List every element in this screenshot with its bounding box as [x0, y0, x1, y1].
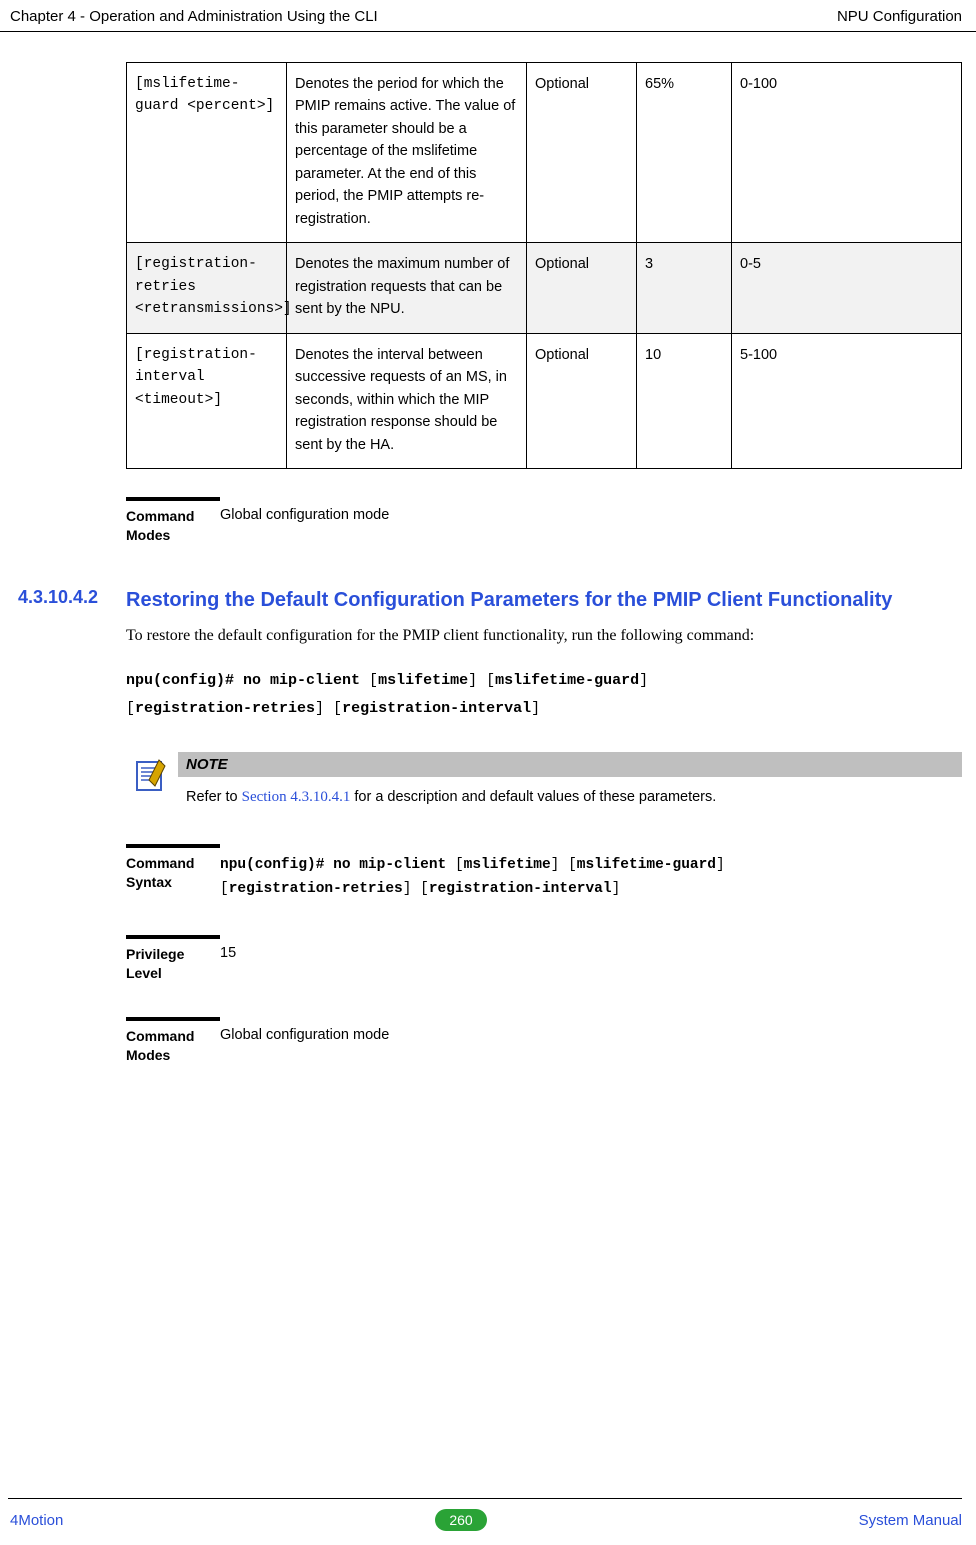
- param-default: 3: [637, 243, 732, 333]
- param-presence: Optional: [527, 333, 637, 468]
- cmd-text: registration-retries: [135, 700, 315, 717]
- param-desc: Denotes the period for which the PMIP re…: [287, 63, 527, 243]
- cmd-text: [: [446, 857, 463, 873]
- note-text-pre: Refer to: [186, 789, 242, 805]
- note-link[interactable]: Section 4.3.10.4.1: [242, 789, 351, 805]
- cmd-text: ]: [531, 700, 540, 717]
- section-title-header: NPU Configuration: [837, 8, 962, 25]
- command-modes-value: Global configuration mode: [220, 497, 962, 523]
- param-presence: Optional: [527, 243, 637, 333]
- command-modes-label: Command Modes: [126, 497, 220, 545]
- parameter-table-block: [mslifetime-guard <percent>] Denotes the…: [126, 62, 962, 469]
- privilege-level-label: Privilege Level: [126, 935, 220, 983]
- cmd-text: [: [360, 672, 378, 689]
- param-name: [registration-retries <retransmissions>]: [127, 243, 287, 333]
- cmd-text: mslifetime-guard: [495, 672, 639, 689]
- cmd-text: npu(config)# no mip-client: [126, 672, 360, 689]
- cmd-text: ] [: [551, 857, 577, 873]
- manual-name: System Manual: [859, 1512, 962, 1529]
- privilege-level-row: Privilege Level 15: [126, 935, 962, 983]
- cmd-text: ] [: [315, 700, 342, 717]
- cmd-text: registration-interval: [342, 700, 531, 717]
- note-text-post: for a description and default values of …: [350, 789, 716, 805]
- param-default: 65%: [637, 63, 732, 243]
- cmd-text: ] [: [403, 881, 429, 897]
- cmd-text: registration-interval: [429, 881, 612, 897]
- table-row: [registration-interval <timeout>] Denote…: [127, 333, 962, 468]
- cmd-text: ]: [612, 881, 621, 897]
- param-presence: Optional: [527, 63, 637, 243]
- command-syntax-label: Command Syntax: [126, 844, 220, 892]
- page-footer: 4Motion 260 System Manual: [0, 1509, 976, 1531]
- cmd-text: ]: [639, 672, 648, 689]
- command-modes-value-2: Global configuration mode: [220, 1017, 962, 1043]
- cmd-text: ]: [716, 857, 725, 873]
- cmd-text: [: [220, 881, 229, 897]
- command-syntax-value: npu(config)# no mip-client [mslifetime] …: [220, 844, 962, 902]
- note-header: NOTE: [178, 752, 962, 777]
- cmd-text: registration-retries: [229, 881, 403, 897]
- footer-divider: [8, 1498, 962, 1499]
- command-example: npu(config)# no mip-client [mslifetime] …: [126, 667, 962, 724]
- cmd-text: [: [126, 700, 135, 717]
- page-header: Chapter 4 - Operation and Administration…: [0, 0, 976, 32]
- param-desc: Denotes the interval between successive …: [287, 333, 527, 468]
- section-heading: 4.3.10.4.2 Restoring the Default Configu…: [10, 587, 962, 614]
- param-name: [registration-interval <timeout>]: [127, 333, 287, 468]
- param-range: 0-5: [732, 243, 962, 333]
- note-box: NOTE Refer to Section 4.3.10.4.1 for a d…: [126, 752, 962, 810]
- note-icon: [126, 752, 178, 797]
- section-body: To restore the default configuration for…: [126, 624, 962, 649]
- cmd-text: npu(config)# no mip-client: [220, 857, 446, 873]
- param-default: 10: [637, 333, 732, 468]
- param-range: 5-100: [732, 333, 962, 468]
- parameter-table: [mslifetime-guard <percent>] Denotes the…: [126, 62, 962, 469]
- cmd-text: mslifetime-guard: [577, 857, 716, 873]
- param-desc: Denotes the maximum number of registrati…: [287, 243, 527, 333]
- chapter-title: Chapter 4 - Operation and Administration…: [10, 8, 378, 25]
- cmd-text: mslifetime: [464, 857, 551, 873]
- section-number: 4.3.10.4.2: [10, 587, 126, 608]
- command-modes-row: Command Modes Global configuration mode: [126, 497, 962, 545]
- product-name: 4Motion: [10, 1512, 63, 1529]
- command-syntax-row: Command Syntax npu(config)# no mip-clien…: [126, 844, 962, 902]
- cmd-text: ] [: [468, 672, 495, 689]
- command-modes-row-2: Command Modes Global configuration mode: [126, 1017, 962, 1065]
- cmd-text: mslifetime: [378, 672, 468, 689]
- param-name: [mslifetime-guard <percent>]: [127, 63, 287, 243]
- param-range: 0-100: [732, 63, 962, 243]
- table-row: [registration-retries <retransmissions>]…: [127, 243, 962, 333]
- section-title: Restoring the Default Configuration Para…: [126, 587, 962, 614]
- page-number: 260: [435, 1509, 486, 1531]
- table-row: [mslifetime-guard <percent>] Denotes the…: [127, 63, 962, 243]
- command-modes-label-2: Command Modes: [126, 1017, 220, 1065]
- note-text: Refer to Section 4.3.10.4.1 for a descri…: [178, 777, 962, 810]
- privilege-level-value: 15: [220, 935, 962, 961]
